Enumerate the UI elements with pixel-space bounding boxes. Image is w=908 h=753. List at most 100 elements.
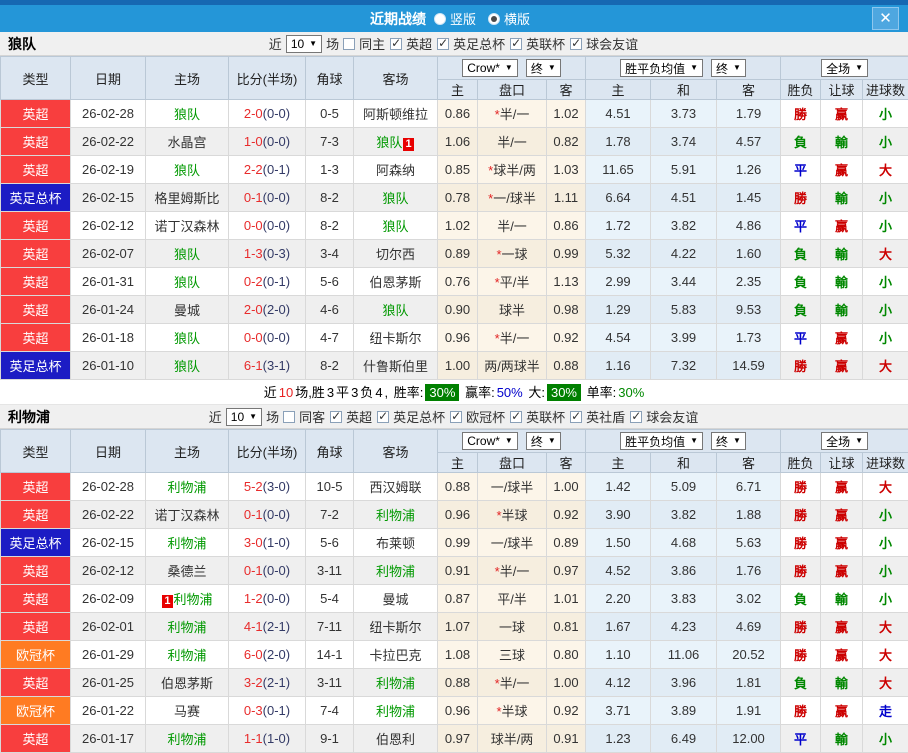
avg-away-odds: 4.69 xyxy=(716,612,782,641)
goals-result: 小 xyxy=(862,323,908,352)
halftime-score: (0-1) xyxy=(262,274,291,289)
halftime-score: (0-0) xyxy=(262,507,291,522)
match-row: 英超 26-02-28 狼队 2-0(0-0) 0-5 阿斯顿维拉 0.86 *… xyxy=(0,99,908,128)
odds-handicap: *半/一 xyxy=(477,323,547,352)
avg-time-select[interactable]: 终 ▼ xyxy=(711,59,746,77)
team-name: 曼城 xyxy=(382,592,409,607)
big-rate-label: 大: xyxy=(528,385,545,400)
handicap-result: 赢 xyxy=(820,528,864,557)
league-checkbox[interactable] xyxy=(450,409,463,423)
scope-select[interactable]: 全场 ▼ xyxy=(821,59,869,77)
same-home-checkbox[interactable] xyxy=(343,37,356,50)
col-home: 主场 xyxy=(145,56,229,100)
match-row: 英足总杯 26-01-10 狼队 6-1(3-1) 8-2 什鲁斯伯里 1.00… xyxy=(0,351,908,380)
dropdown-arrow-icon: ▼ xyxy=(504,63,513,72)
team-name: 诺丁汉森林 xyxy=(154,508,220,523)
games-count-select[interactable]: 10 ▼ xyxy=(285,34,323,53)
avg-away-odds: 1.26 xyxy=(716,155,782,184)
avg-draw-odds: 7.32 xyxy=(650,351,718,380)
avg-time-select[interactable]: 终 ▼ xyxy=(711,432,746,450)
odds-time-select[interactable]: 终 ▼ xyxy=(525,59,561,77)
wdl-average-select[interactable]: 胜平负均值 ▼ xyxy=(620,59,704,77)
games-count-select[interactable]: 10 ▼ xyxy=(225,407,263,426)
fulltime-score: 0-1 xyxy=(243,190,263,205)
dropdown-arrow-icon: ▼ xyxy=(547,436,556,445)
fulltime-score: 5-2 xyxy=(243,479,263,494)
match-row: 英足总杯 26-02-15 格里姆斯比 0-1(0-0) 8-2 狼队 0.78… xyxy=(0,183,908,212)
odds-time-select[interactable]: 终 ▼ xyxy=(525,432,561,450)
handicap-result: 赢 xyxy=(820,640,864,669)
halftime-score: (0-1) xyxy=(262,162,291,177)
corner-score: 5-6 xyxy=(305,267,354,296)
score-cell: 3-0(1-0) xyxy=(228,528,306,557)
halftime-score: (0-1) xyxy=(262,703,291,718)
team-name: 布莱顿 xyxy=(375,536,415,551)
corner-score: 5-6 xyxy=(305,528,354,557)
match-row: 英超 26-01-18 狼队 0-0(0-0) 4-7 纽卡斯尔 0.96 *半… xyxy=(0,323,908,352)
avg-draw-odds: 6.49 xyxy=(650,724,718,753)
vertical-layout-label[interactable]: 竖版 xyxy=(450,9,476,28)
fulltime-score: 0-1 xyxy=(243,563,263,578)
odds-group-header: Crow* ▼ 终 ▼ xyxy=(436,56,587,80)
league-checkbox[interactable] xyxy=(570,36,583,50)
odds-handicap: *平/半 xyxy=(477,267,547,296)
team-name: 曼城 xyxy=(173,303,200,318)
team-name: 利物浦 xyxy=(375,564,415,579)
match-date: 26-02-12 xyxy=(70,556,146,585)
league-checkbox[interactable] xyxy=(377,409,390,423)
corner-score: 8-2 xyxy=(305,183,354,212)
odds-handicap: 一/球半 xyxy=(477,472,547,501)
bookmaker-select[interactable]: Crow* ▼ xyxy=(462,59,518,77)
goals-result: 小 xyxy=(862,127,908,156)
corner-score: 14-1 xyxy=(305,640,354,669)
col-avg-draw: 和 xyxy=(650,79,718,100)
match-date: 26-02-28 xyxy=(70,99,146,128)
match-row: 英足总杯 26-02-15 利物浦 3-0(1-0) 5-6 布莱顿 0.99 … xyxy=(0,528,908,557)
away-team-cell: 纽卡斯尔 xyxy=(353,612,438,641)
league-checkbox[interactable] xyxy=(630,409,643,423)
section-header-liverpool: 利物浦 近 10▼ 场 同客 英超 英足总杯 欧冠杯 英联杯 英社盾 球会友谊 xyxy=(0,405,908,429)
col-corner: 角球 xyxy=(305,56,354,100)
bookmaker-select[interactable]: Crow* ▼ xyxy=(462,432,518,450)
col-avg-away: 客 xyxy=(716,452,782,473)
match-date: 26-02-19 xyxy=(70,155,146,184)
same-away-checkbox[interactable] xyxy=(283,410,296,423)
league-checkbox[interactable] xyxy=(510,36,523,50)
odds-away: 1.11 xyxy=(545,183,587,212)
match-date: 26-01-10 xyxy=(70,351,146,380)
handicap-result: 赢 xyxy=(820,472,864,501)
avg-away-odds: 9.53 xyxy=(716,295,782,324)
wdl-average-select[interactable]: 胜平负均值 ▼ xyxy=(620,432,704,450)
league-checkbox[interactable] xyxy=(510,409,523,423)
col-avg-home: 主 xyxy=(585,79,652,100)
away-team-cell: 伯恩利 xyxy=(353,724,438,753)
horizontal-layout-label[interactable]: 横版 xyxy=(504,9,530,28)
avg-draw-odds: 3.99 xyxy=(650,323,718,352)
league-checkbox[interactable] xyxy=(390,36,403,50)
match-date: 26-02-12 xyxy=(70,211,146,240)
league-checkbox[interactable] xyxy=(437,36,450,50)
match-row: 英超 26-02-09 1 利物浦 1-2(0-0) 5-4 曼城 0.87 平/… xyxy=(0,584,908,613)
league-checkbox[interactable] xyxy=(570,409,583,423)
match-date: 26-01-24 xyxy=(70,295,146,324)
team-name: 狼队 xyxy=(382,303,409,318)
avg-away-odds: 1.73 xyxy=(716,323,782,352)
close-button[interactable]: ✕ xyxy=(872,7,899,30)
halftime-score: (2-0) xyxy=(262,302,291,317)
halftime-score: (0-0) xyxy=(262,330,291,345)
odds-handicap: 一球 xyxy=(477,612,547,641)
avg-draw-odds: 3.74 xyxy=(650,127,718,156)
wdl-result: 負 xyxy=(780,267,822,296)
team-name: 卡拉巴克 xyxy=(369,648,422,663)
handicap-result: 赢 xyxy=(820,211,864,240)
team-name: 狼队 xyxy=(173,247,200,262)
avg-away-odds: 20.52 xyxy=(716,640,782,669)
league-checkbox[interactable] xyxy=(330,409,343,423)
match-row: 英超 26-01-24 曼城 2-0(2-0) 4-6 狼队 0.90 球半 0… xyxy=(0,295,908,324)
vertical-layout-radio[interactable] xyxy=(433,12,446,25)
col-handicap-result: 让球 xyxy=(820,452,864,473)
liverpool-results-table: 类型 日期 主场 比分(半场) 角球 客场 Crow* ▼ 终 ▼ 胜平负均值 ▼ 终… xyxy=(0,429,908,753)
scope-select[interactable]: 全场 ▼ xyxy=(821,432,869,450)
horizontal-layout-radio[interactable] xyxy=(488,12,500,25)
avg-home-odds: 2.20 xyxy=(585,584,652,613)
